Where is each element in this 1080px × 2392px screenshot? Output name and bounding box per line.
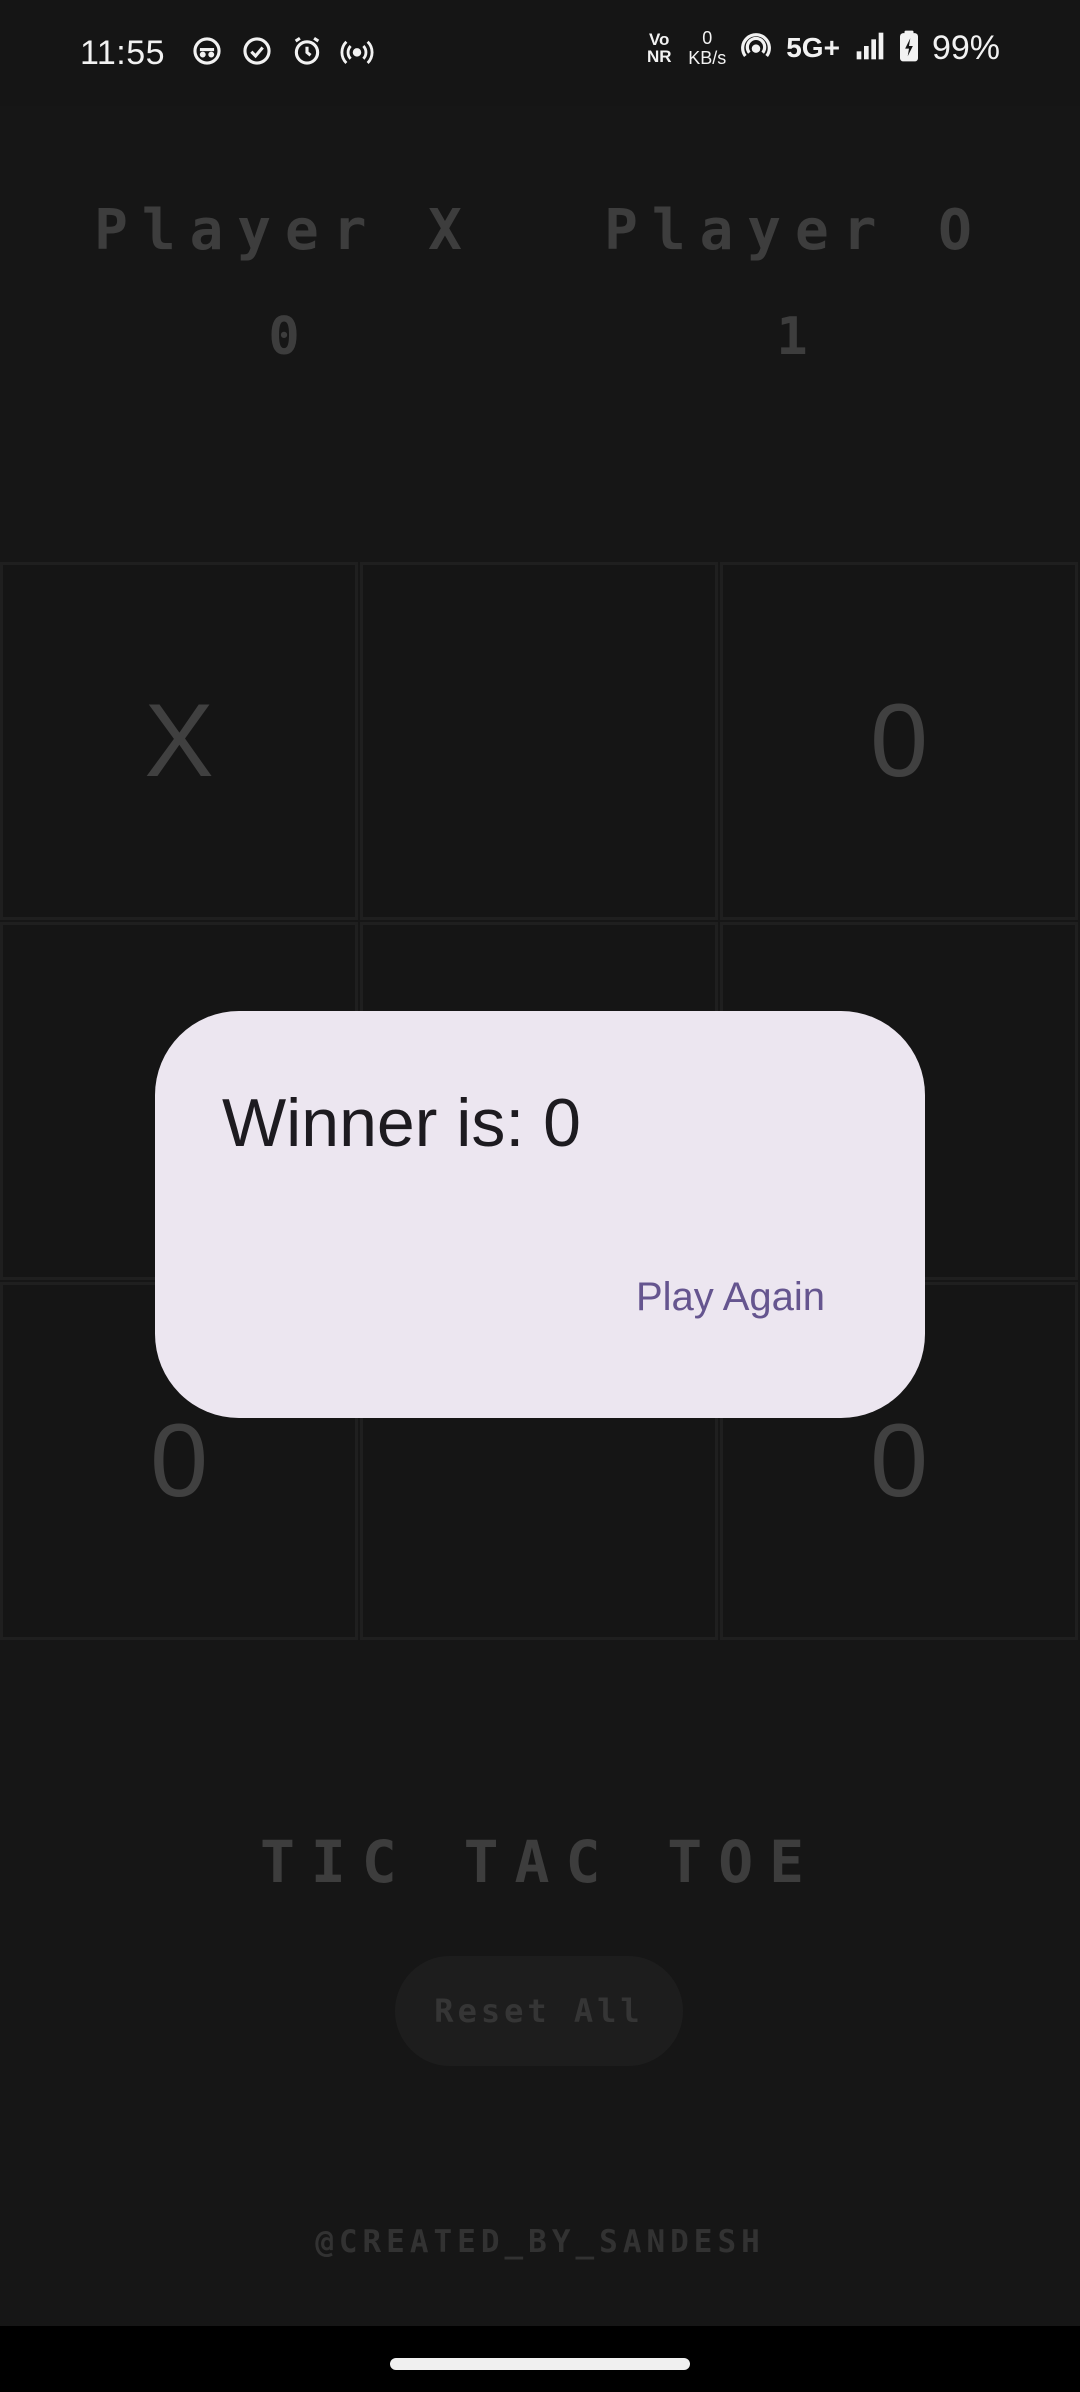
vonr-indicator: Vo NR	[646, 30, 672, 66]
status-time: 11:55	[80, 34, 166, 72]
system-icons: Vo NR 0 KB/s 5G+ 99%	[644, 28, 1000, 68]
battery-percent: 99%	[931, 28, 1000, 67]
dialog-title: Winner is: 0	[222, 1085, 581, 1161]
signal-icon	[854, 30, 886, 67]
navigation-bar	[0, 2326, 1080, 2392]
wifi-calling-icon	[740, 30, 772, 67]
network-type: 5G+	[786, 32, 840, 63]
winner-dialog: Winner is: 0 Play Again	[155, 1011, 925, 1418]
app-notification-icon	[190, 34, 224, 72]
hotspot-icon	[340, 34, 374, 72]
status-bar: 11:55 Vo NR 0 KB/s 5G+ 99%	[0, 0, 1080, 106]
play-again-button[interactable]: Play Again	[624, 1263, 837, 1331]
home-indicator[interactable]	[390, 2358, 690, 2370]
network-speed: 0 KB/s	[688, 28, 727, 68]
alarm-icon	[290, 34, 324, 72]
battery-charging-icon	[899, 30, 918, 67]
notification-icons	[190, 34, 374, 72]
check-circle-icon	[240, 34, 274, 72]
